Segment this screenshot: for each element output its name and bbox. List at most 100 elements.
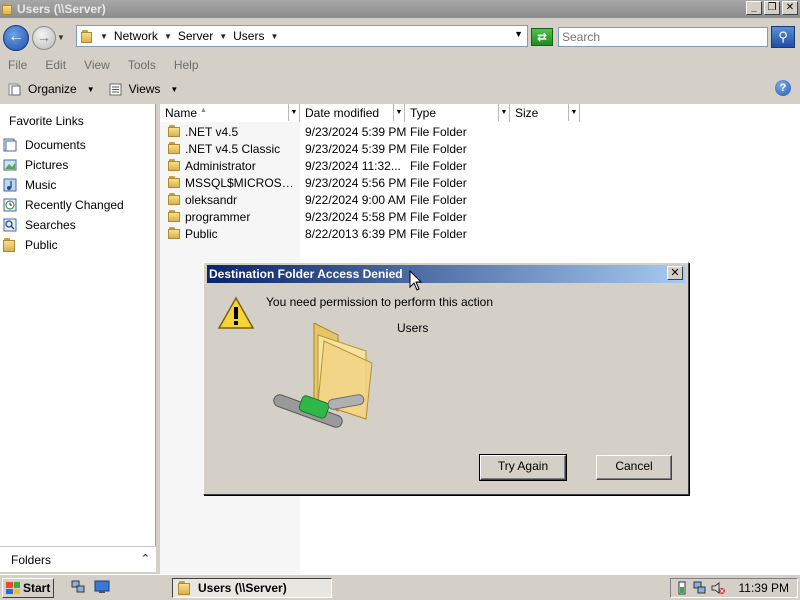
breadcrumb-separator-icon[interactable]: ▼ <box>219 32 227 41</box>
menu-tools[interactable]: Tools <box>128 58 156 72</box>
favorite-links-heading: Favorite Links <box>9 114 84 128</box>
try-again-button[interactable]: Try Again <box>479 454 567 481</box>
navigation-pane: Favorite Links Documents Pictures Music … <box>0 104 156 546</box>
organize-label: Organize <box>28 82 77 96</box>
menu-view[interactable]: View <box>84 58 110 72</box>
back-button[interactable]: ← <box>3 25 29 51</box>
clock[interactable]: 11:39 PM <box>739 581 789 595</box>
search-button[interactable]: ⚲ <box>771 26 795 48</box>
dialog-close-button[interactable]: ✕ <box>667 266 683 280</box>
start-button[interactable]: Start <box>2 578 54 598</box>
column-filter-dropdown[interactable]: ▼ <box>568 104 579 121</box>
title-bar[interactable]: Users (\\Server) _ ❐ ✕ <box>0 0 800 18</box>
file-row[interactable]: Public 8/22/2013 6:39 PM File Folder <box>160 225 480 242</box>
folder-icon <box>81 29 94 43</box>
minimize-button[interactable]: _ <box>746 1 762 15</box>
column-filter-dropdown[interactable]: ▼ <box>498 104 509 121</box>
breadcrumb-separator-icon[interactable]: ▼ <box>164 32 172 41</box>
file-name: .NET v4.5 Classic <box>185 141 281 156</box>
file-date: 9/22/2024 9:00 AM <box>305 192 406 207</box>
searches-icon <box>3 218 17 232</box>
menu-help[interactable]: Help <box>174 58 199 72</box>
breadcrumb-separator-icon[interactable]: ▼ <box>270 32 278 41</box>
file-name: MSSQL$MICROSOFT... <box>185 175 299 190</box>
column-header-label: Size <box>515 106 539 120</box>
file-date: 9/23/2024 5:39 PM <box>305 124 407 139</box>
nav-link-label: Searches <box>25 218 76 232</box>
pictures-icon <box>3 159 17 171</box>
documents-icon <box>3 138 17 152</box>
access-denied-dialog: Destination Folder Access Denied ✕ You n… <box>203 262 689 495</box>
refresh-button[interactable]: ⇄ <box>531 28 553 46</box>
file-name: programmer <box>185 209 251 224</box>
nav-link-music[interactable]: Music <box>3 176 56 194</box>
dialog-title-bar[interactable]: Destination Folder Access Denied ✕ <box>207 265 685 283</box>
volume-muted-icon[interactable] <box>711 581 725 595</box>
file-row[interactable]: Administrator 9/23/2024 11:32... File Fo… <box>160 157 480 174</box>
network-connections-icon[interactable] <box>70 580 86 594</box>
column-header-type[interactable]: Type ▼ <box>405 104 510 122</box>
dialog-message: You need permission to perform this acti… <box>266 295 494 309</box>
forward-button[interactable]: → <box>32 26 56 50</box>
nav-link-pictures[interactable]: Pictures <box>3 156 68 174</box>
close-button[interactable]: ✕ <box>782 1 798 15</box>
breadcrumb-network[interactable]: Network <box>114 29 158 43</box>
breadcrumb-server[interactable]: Server <box>178 29 213 43</box>
maximize-button[interactable]: ❐ <box>764 1 780 15</box>
nav-link-label: Public <box>25 238 58 252</box>
column-header-label: Name <box>165 106 198 120</box>
address-row: ← → ▼ ▼ Network ▼ Server ▼ Users ▼ ▼ ⇄ ⚲ <box>0 19 800 55</box>
column-header-date-modified[interactable]: Date modified ▼ <box>300 104 405 122</box>
views-button[interactable]: Views ▼ <box>109 82 178 96</box>
column-filter-dropdown[interactable]: ▼ <box>288 104 299 121</box>
file-row[interactable]: MSSQL$MICROSOFT... 9/23/2024 5:56 PM Fil… <box>160 174 480 191</box>
folder-icon <box>168 227 182 239</box>
folder-icon <box>2 3 14 15</box>
file-date: 9/23/2024 11:32... <box>305 158 401 173</box>
nav-link-label: Pictures <box>25 158 69 172</box>
recent-pages-dropdown[interactable]: ▼ <box>57 33 65 42</box>
menu-file[interactable]: File <box>8 58 27 72</box>
file-row[interactable]: oleksandr 9/22/2024 9:00 AM File Folder <box>160 191 480 208</box>
nav-link-label: Recently Changed <box>25 198 124 212</box>
organize-button[interactable]: Organize ▼ <box>8 82 95 96</box>
column-header-name[interactable]: Name ▲ ▼ <box>160 104 300 122</box>
file-row[interactable]: programmer 9/23/2024 5:58 PM File Folder <box>160 208 480 225</box>
menu-edit[interactable]: Edit <box>45 58 66 72</box>
folders-toggle[interactable]: Folders ⌃ <box>0 546 156 572</box>
nav-link-documents[interactable]: Documents <box>3 136 86 154</box>
file-row[interactable]: .NET v4.5 9/23/2024 5:39 PM File Folder <box>160 123 480 140</box>
chevron-up-icon: ⌃ <box>140 553 150 565</box>
breadcrumb-users[interactable]: Users <box>233 29 264 43</box>
folder-icon <box>168 125 182 137</box>
file-date: 9/23/2024 5:39 PM <box>305 141 407 156</box>
taskbar-window-button[interactable]: Users (\\Server) <box>172 578 332 598</box>
file-type: File Folder <box>410 175 467 190</box>
folder-icon <box>168 210 182 222</box>
file-name: oleksandr <box>185 192 238 207</box>
nav-link-recently-changed[interactable]: Recently Changed <box>3 196 124 214</box>
folder-icon <box>168 176 182 188</box>
nav-link-label: Music <box>25 178 57 192</box>
address-bar[interactable]: ▼ Network ▼ Server ▼ Users ▼ ▼ <box>76 25 528 47</box>
breadcrumb-separator-icon[interactable]: ▼ <box>100 32 108 41</box>
column-filter-dropdown[interactable]: ▼ <box>393 104 404 121</box>
file-row[interactable]: .NET v4.5 Classic 9/23/2024 5:39 PM File… <box>160 140 480 157</box>
network-status-icon[interactable] <box>693 581 707 595</box>
battery-icon[interactable] <box>675 581 689 595</box>
cancel-button[interactable]: Cancel <box>596 455 672 480</box>
help-button[interactable]: ? <box>775 80 791 96</box>
show-desktop-icon[interactable] <box>94 580 110 594</box>
column-header-size[interactable]: Size ▼ <box>510 104 580 122</box>
address-dropdown-icon[interactable]: ▼ <box>514 29 523 39</box>
folder-icon <box>168 159 182 171</box>
windows-logo-icon <box>6 582 20 594</box>
search-input[interactable] <box>558 27 768 47</box>
dialog-title: Destination Folder Access Denied <box>209 267 403 281</box>
nav-link-public[interactable]: Public <box>3 236 58 254</box>
file-type: File Folder <box>410 226 467 241</box>
folder-icon <box>168 193 182 205</box>
file-date: 9/23/2024 5:58 PM <box>305 209 407 224</box>
file-type: File Folder <box>410 124 467 139</box>
nav-link-searches[interactable]: Searches <box>3 216 76 234</box>
